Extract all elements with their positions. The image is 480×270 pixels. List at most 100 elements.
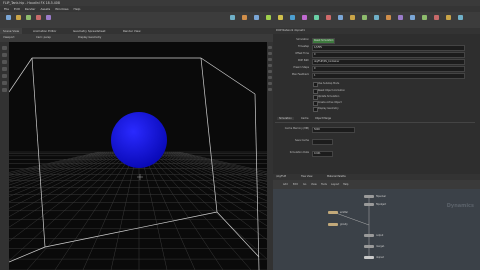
node[interactable]: [364, 234, 374, 237]
param-row: Offset Time 0: [273, 51, 480, 58]
net-menu-help[interactable]: Help: [343, 183, 348, 186]
tool-icon[interactable]: [26, 15, 31, 20]
tab-tree-view[interactable]: Tree View: [301, 175, 312, 178]
node-label: merge1: [376, 245, 385, 248]
network-editor[interactable]: Dynamics emitter flipsolver flipobject g…: [273, 189, 480, 270]
tool-icon[interactable]: [350, 15, 355, 20]
sim-data-field[interactable]: 0.041: [312, 151, 333, 157]
display-icon[interactable]: [268, 46, 272, 49]
viewport-canvas: [9, 57, 267, 270]
node[interactable]: [364, 245, 374, 248]
net-menu-go[interactable]: Go: [303, 183, 306, 186]
display-icon[interactable]: [268, 70, 272, 73]
tool-icon[interactable]: [16, 15, 21, 20]
display-icon[interactable]: [268, 88, 272, 91]
net-menu-view[interactable]: View: [311, 183, 317, 186]
param-label: Timestep: [297, 45, 309, 48]
check-label: Use Substep Mode: [318, 82, 340, 85]
display-label[interactable]: Display Geometry: [78, 36, 101, 39]
tool-icon[interactable]: [290, 15, 295, 20]
tool-icon[interactable]: [314, 15, 319, 20]
tool-icon[interactable]: [386, 15, 391, 20]
node[interactable]: [364, 203, 374, 206]
3d-viewport[interactable]: [9, 42, 267, 270]
param-row: Save Cache: [273, 138, 480, 145]
tool-icon[interactable]: [6, 15, 11, 20]
pose-icon[interactable]: [2, 81, 7, 85]
tool-icon[interactable]: [434, 15, 439, 20]
move-icon[interactable]: [2, 53, 7, 57]
display-icon[interactable]: [268, 82, 272, 85]
param-label: Max Feedback: [291, 73, 309, 76]
param-row: Timestep 1/$FPS: [273, 44, 480, 51]
tab-object-merge[interactable]: Object Merge: [313, 117, 333, 120]
display-icon[interactable]: [268, 52, 272, 55]
tab-material-palette[interactable]: Material Palette: [327, 175, 346, 178]
net-menu-add[interactable]: Add: [283, 183, 288, 186]
param-label: DOP Path: [297, 59, 309, 62]
tool-icon[interactable]: [422, 15, 427, 20]
cache-memory-field[interactable]: 5000: [312, 127, 355, 133]
node[interactable]: [364, 195, 374, 198]
save-cache-field[interactable]: [312, 139, 333, 145]
param-label: Cache Memory (MB): [284, 127, 309, 130]
display-icon[interactable]: [268, 64, 272, 67]
check-label: Reset Object Animation: [318, 89, 346, 92]
net-menu-edit[interactable]: Edit: [293, 183, 298, 186]
tool-icon[interactable]: [230, 15, 235, 20]
subtab-bar: Simulation Cache Object Merge: [275, 116, 475, 123]
param-label: Presim Steps: [293, 66, 310, 69]
shelf-toolbar: [0, 12, 480, 29]
tool-icon[interactable]: [36, 15, 41, 20]
tool-icon[interactable]: [362, 15, 367, 20]
network-menu: Add Edit Go View Tools Layout Help: [273, 180, 480, 189]
tab-cache[interactable]: Cache: [299, 117, 310, 120]
node-label: emitter: [340, 211, 349, 214]
handle-icon[interactable]: [2, 74, 7, 78]
param-row: Cache Memory (MB) 5000: [273, 126, 480, 133]
scale-icon[interactable]: [2, 67, 7, 71]
param-label: Save Cache: [294, 139, 309, 142]
select-icon[interactable]: [2, 46, 7, 50]
tab-simulation[interactable]: Simulation: [277, 117, 294, 120]
fluid-sphere[interactable]: [111, 112, 167, 168]
tool-icon[interactable]: [266, 15, 271, 20]
net-menu-tools[interactable]: Tools: [321, 183, 327, 186]
tool-icon[interactable]: [338, 15, 343, 20]
tool-icon[interactable]: [410, 15, 415, 20]
node[interactable]: [364, 256, 374, 259]
node-label: output: [376, 234, 384, 237]
display-icon[interactable]: [268, 76, 272, 79]
left-tool-strip: [0, 42, 9, 270]
node[interactable]: [328, 223, 338, 226]
tool-icon[interactable]: [398, 15, 403, 20]
param-row: Simulation Data 0.041: [273, 150, 480, 157]
param-row: Max Feedback 1: [273, 72, 480, 79]
param-label: Simulation: [296, 38, 309, 41]
node-label: flipsolver: [376, 195, 386, 198]
view-icon[interactable]: [2, 88, 7, 92]
rotate-icon[interactable]: [2, 60, 7, 64]
tool-icon[interactable]: [242, 15, 247, 20]
window-title: FLIP_Tank.hip - Houdini FX 18.5.408: [3, 1, 60, 5]
tool-icon[interactable]: [46, 15, 51, 20]
tool-icon[interactable]: [302, 15, 307, 20]
feedback-field[interactable]: 1: [312, 73, 465, 79]
tool-icon[interactable]: [326, 15, 331, 20]
camera-label[interactable]: Cam: persp: [36, 36, 51, 39]
tab-network-path[interactable]: /obj/FLIP: [276, 175, 286, 178]
param-label: Simulation Data: [289, 151, 309, 154]
node-label: flipobject: [376, 203, 387, 206]
tool-icon[interactable]: [374, 15, 379, 20]
tool-icon[interactable]: [458, 15, 463, 20]
origin-marker: [137, 174, 143, 180]
param-header: DOP Network dopnet1: [276, 29, 305, 32]
tool-icon[interactable]: [278, 15, 283, 20]
tool-icon[interactable]: [446, 15, 451, 20]
display-icon[interactable]: [268, 58, 272, 61]
net-menu-layout[interactable]: Layout: [331, 183, 339, 186]
param-row: DOP Path obj/FLIP/ML_Container: [273, 58, 480, 65]
ground-grid: [9, 151, 267, 270]
node[interactable]: [328, 211, 338, 214]
tool-icon[interactable]: [254, 15, 259, 20]
